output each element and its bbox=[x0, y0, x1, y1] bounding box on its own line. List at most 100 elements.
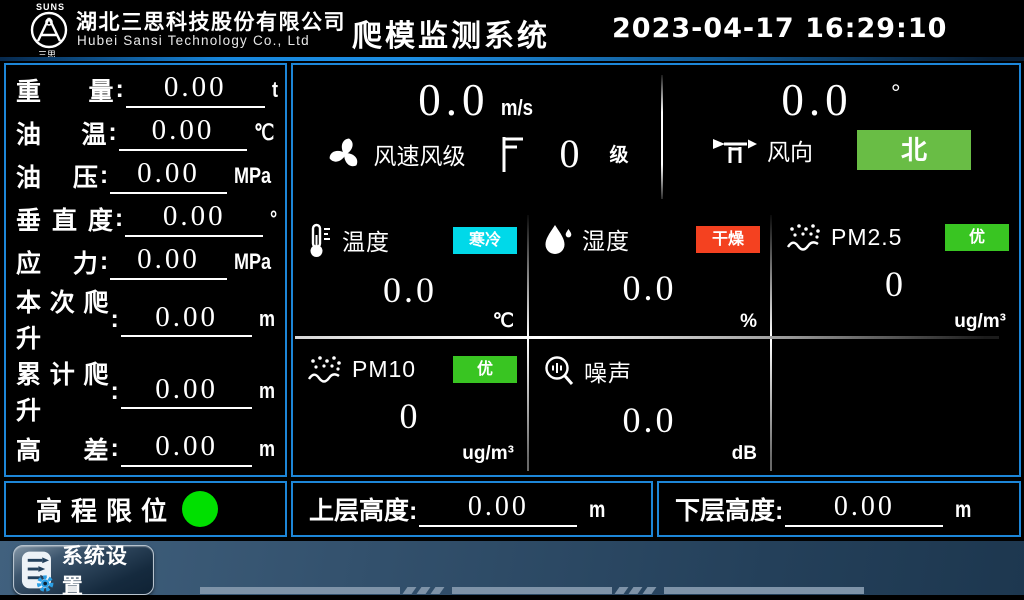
sidebar-row-current-climb: 本次爬升: 0.00 m bbox=[16, 283, 279, 355]
row-label: 应 力 bbox=[16, 244, 98, 280]
taskbar-decoration bbox=[200, 587, 864, 594]
wind-level-value: 0 bbox=[559, 130, 579, 177]
lower-height-unit: m bbox=[955, 496, 971, 523]
row-label: 垂直度 bbox=[16, 201, 113, 237]
wind-direction-label: 风向 bbox=[767, 133, 813, 167]
sidebar-row-stress: 应 力: 0.00 MPa bbox=[16, 240, 279, 283]
pm10-unit: ug/m³ bbox=[462, 443, 514, 465]
thermometer-icon bbox=[307, 222, 333, 258]
row-unit: MPa bbox=[234, 163, 271, 189]
lower-height-value: 0.00 bbox=[785, 491, 943, 527]
noise-value: 0.0 bbox=[529, 399, 770, 441]
measurement-sidebar: 重 量: 0.00 t 油 温: 0.00 ℃ 油 压: 0.00 MPa 垂直… bbox=[4, 63, 287, 477]
pm25-status-badge: 优 bbox=[945, 224, 1009, 251]
wind-compass-badge: 北 bbox=[857, 130, 971, 170]
page-title: 爬模监测系统 bbox=[352, 11, 550, 55]
noise-cell: 噪声 0.0 dB bbox=[529, 342, 770, 469]
taskbar: 系统设置 bbox=[0, 541, 1024, 599]
pm25-label: PM2.5 bbox=[831, 224, 902, 251]
row-unit: t bbox=[272, 77, 278, 103]
row-label: 油 温 bbox=[16, 115, 106, 151]
noise-meter-icon bbox=[543, 355, 575, 387]
wind-speed-value: 0.0 bbox=[418, 75, 489, 125]
dust-icon bbox=[786, 222, 822, 252]
wind-speed-label: 风速风级 bbox=[373, 137, 465, 171]
datetime-display: 2023-04-17 16:29:10 bbox=[612, 13, 947, 44]
row-label: 重 量 bbox=[16, 72, 114, 108]
humidity-unit: % bbox=[740, 311, 757, 333]
wind-level-unit: 级 bbox=[609, 140, 628, 167]
pm10-status-badge: 优 bbox=[453, 356, 517, 383]
settings-sliders-gear-icon bbox=[20, 548, 55, 592]
elevation-limit-label: 高程限位 bbox=[36, 491, 176, 528]
fan-icon bbox=[325, 134, 365, 174]
company-name-en: Hubei Sansi Technology Co., Ltd bbox=[77, 33, 310, 48]
row-label: 油 压 bbox=[16, 158, 98, 194]
header-bar: SUNS 三思 湖北三思科技股份有限公司 Hubei Sansi Technol… bbox=[0, 0, 1024, 57]
humidity-cell: 湿度 干燥 0.0 % bbox=[529, 210, 770, 337]
sidebar-row-weight: 重 量: 0.00 t bbox=[16, 68, 279, 111]
row-unit: ° bbox=[270, 206, 277, 232]
row-label: 本次爬升 bbox=[16, 283, 108, 355]
sidebar-row-total-climb: 累计爬升: 0.00 m bbox=[16, 355, 279, 427]
row-value: 0.00 bbox=[110, 243, 227, 279]
wind-speed-section: 0.0 m/s 风速风级 0 级 bbox=[293, 65, 661, 209]
row-value: 0.00 bbox=[110, 157, 227, 193]
wind-direction-section: 0.0 ° 风向 北 bbox=[663, 65, 1019, 209]
row-value: 0.00 bbox=[125, 200, 263, 236]
upper-height-panel: 上层高度: 0.00 m bbox=[291, 481, 653, 537]
empty-cell bbox=[772, 342, 1019, 469]
sidebar-row-verticality: 垂直度: 0.00 ° bbox=[16, 197, 279, 240]
humidity-value: 0.0 bbox=[529, 267, 770, 309]
pm25-cell: PM2.5 优 0 ug/m³ bbox=[772, 210, 1019, 337]
wind-speed-unit: m/s bbox=[501, 95, 533, 121]
sidebar-row-oil-pressure: 油 压: 0.00 MPa bbox=[16, 154, 279, 197]
row-label: 高 差 bbox=[16, 431, 108, 467]
row-value: 0.00 bbox=[121, 373, 253, 409]
temperature-value: 0.0 bbox=[293, 269, 527, 311]
noise-label: 噪声 bbox=[584, 354, 632, 388]
pm10-label: PM10 bbox=[352, 356, 416, 383]
pm25-unit: ug/m³ bbox=[954, 311, 1006, 333]
temperature-cell: 温度 寒冷 0.0 ℃ bbox=[293, 210, 527, 337]
sidebar-row-oil-temp: 油 温: 0.00 ℃ bbox=[16, 111, 279, 154]
lower-height-panel: 下层高度: 0.00 m bbox=[657, 481, 1021, 537]
row-label: 累计爬升 bbox=[16, 355, 108, 427]
noise-unit: dB bbox=[732, 443, 757, 465]
header-accent-line bbox=[0, 57, 1024, 61]
row-value: 0.00 bbox=[126, 71, 265, 107]
environment-main-panel: 0.0 m/s 风速风级 0 级 0.0 ° bbox=[291, 63, 1021, 477]
wind-level-flag-icon bbox=[499, 134, 525, 174]
humidity-drop-icon bbox=[543, 222, 573, 256]
settings-button-label: 系统设置 bbox=[62, 540, 147, 600]
dust-icon bbox=[307, 354, 343, 384]
wind-direction-value: 0.0 bbox=[781, 75, 852, 125]
lower-height-label: 下层高度: bbox=[675, 491, 783, 527]
row-value: 0.00 bbox=[121, 430, 253, 466]
company-name-cn: 湖北三思科技股份有限公司 bbox=[76, 6, 346, 36]
company-logo: SUNS 三思 bbox=[26, 4, 76, 56]
wind-vane-icon bbox=[711, 132, 759, 168]
row-unit: m bbox=[259, 306, 275, 332]
upper-height-value: 0.00 bbox=[419, 491, 577, 527]
humidity-label: 湿度 bbox=[582, 222, 630, 256]
wind-direction-unit: ° bbox=[891, 80, 901, 107]
temperature-status-badge: 寒冷 bbox=[453, 227, 517, 254]
system-settings-button[interactable]: 系统设置 bbox=[13, 545, 154, 595]
sidebar-row-height-diff: 高 差: 0.00 m bbox=[16, 427, 279, 470]
elevation-limit-panel: 高程限位 bbox=[4, 481, 287, 537]
temperature-unit: ℃ bbox=[493, 310, 514, 333]
row-value: 0.00 bbox=[121, 301, 253, 337]
row-unit: m bbox=[259, 378, 275, 404]
humidity-status-badge: 干燥 bbox=[696, 226, 760, 253]
row-unit: ℃ bbox=[254, 120, 274, 146]
upper-height-unit: m bbox=[589, 496, 605, 523]
elevation-limit-indicator bbox=[182, 491, 218, 527]
pm10-cell: PM10 优 0 ug/m³ bbox=[293, 342, 527, 469]
row-unit: MPa bbox=[234, 249, 271, 275]
row-value: 0.00 bbox=[119, 114, 248, 150]
upper-height-label: 上层高度: bbox=[309, 491, 417, 527]
pm25-value: 0 bbox=[772, 263, 1019, 305]
pm10-value: 0 bbox=[293, 395, 527, 437]
row-unit: m bbox=[259, 436, 275, 462]
